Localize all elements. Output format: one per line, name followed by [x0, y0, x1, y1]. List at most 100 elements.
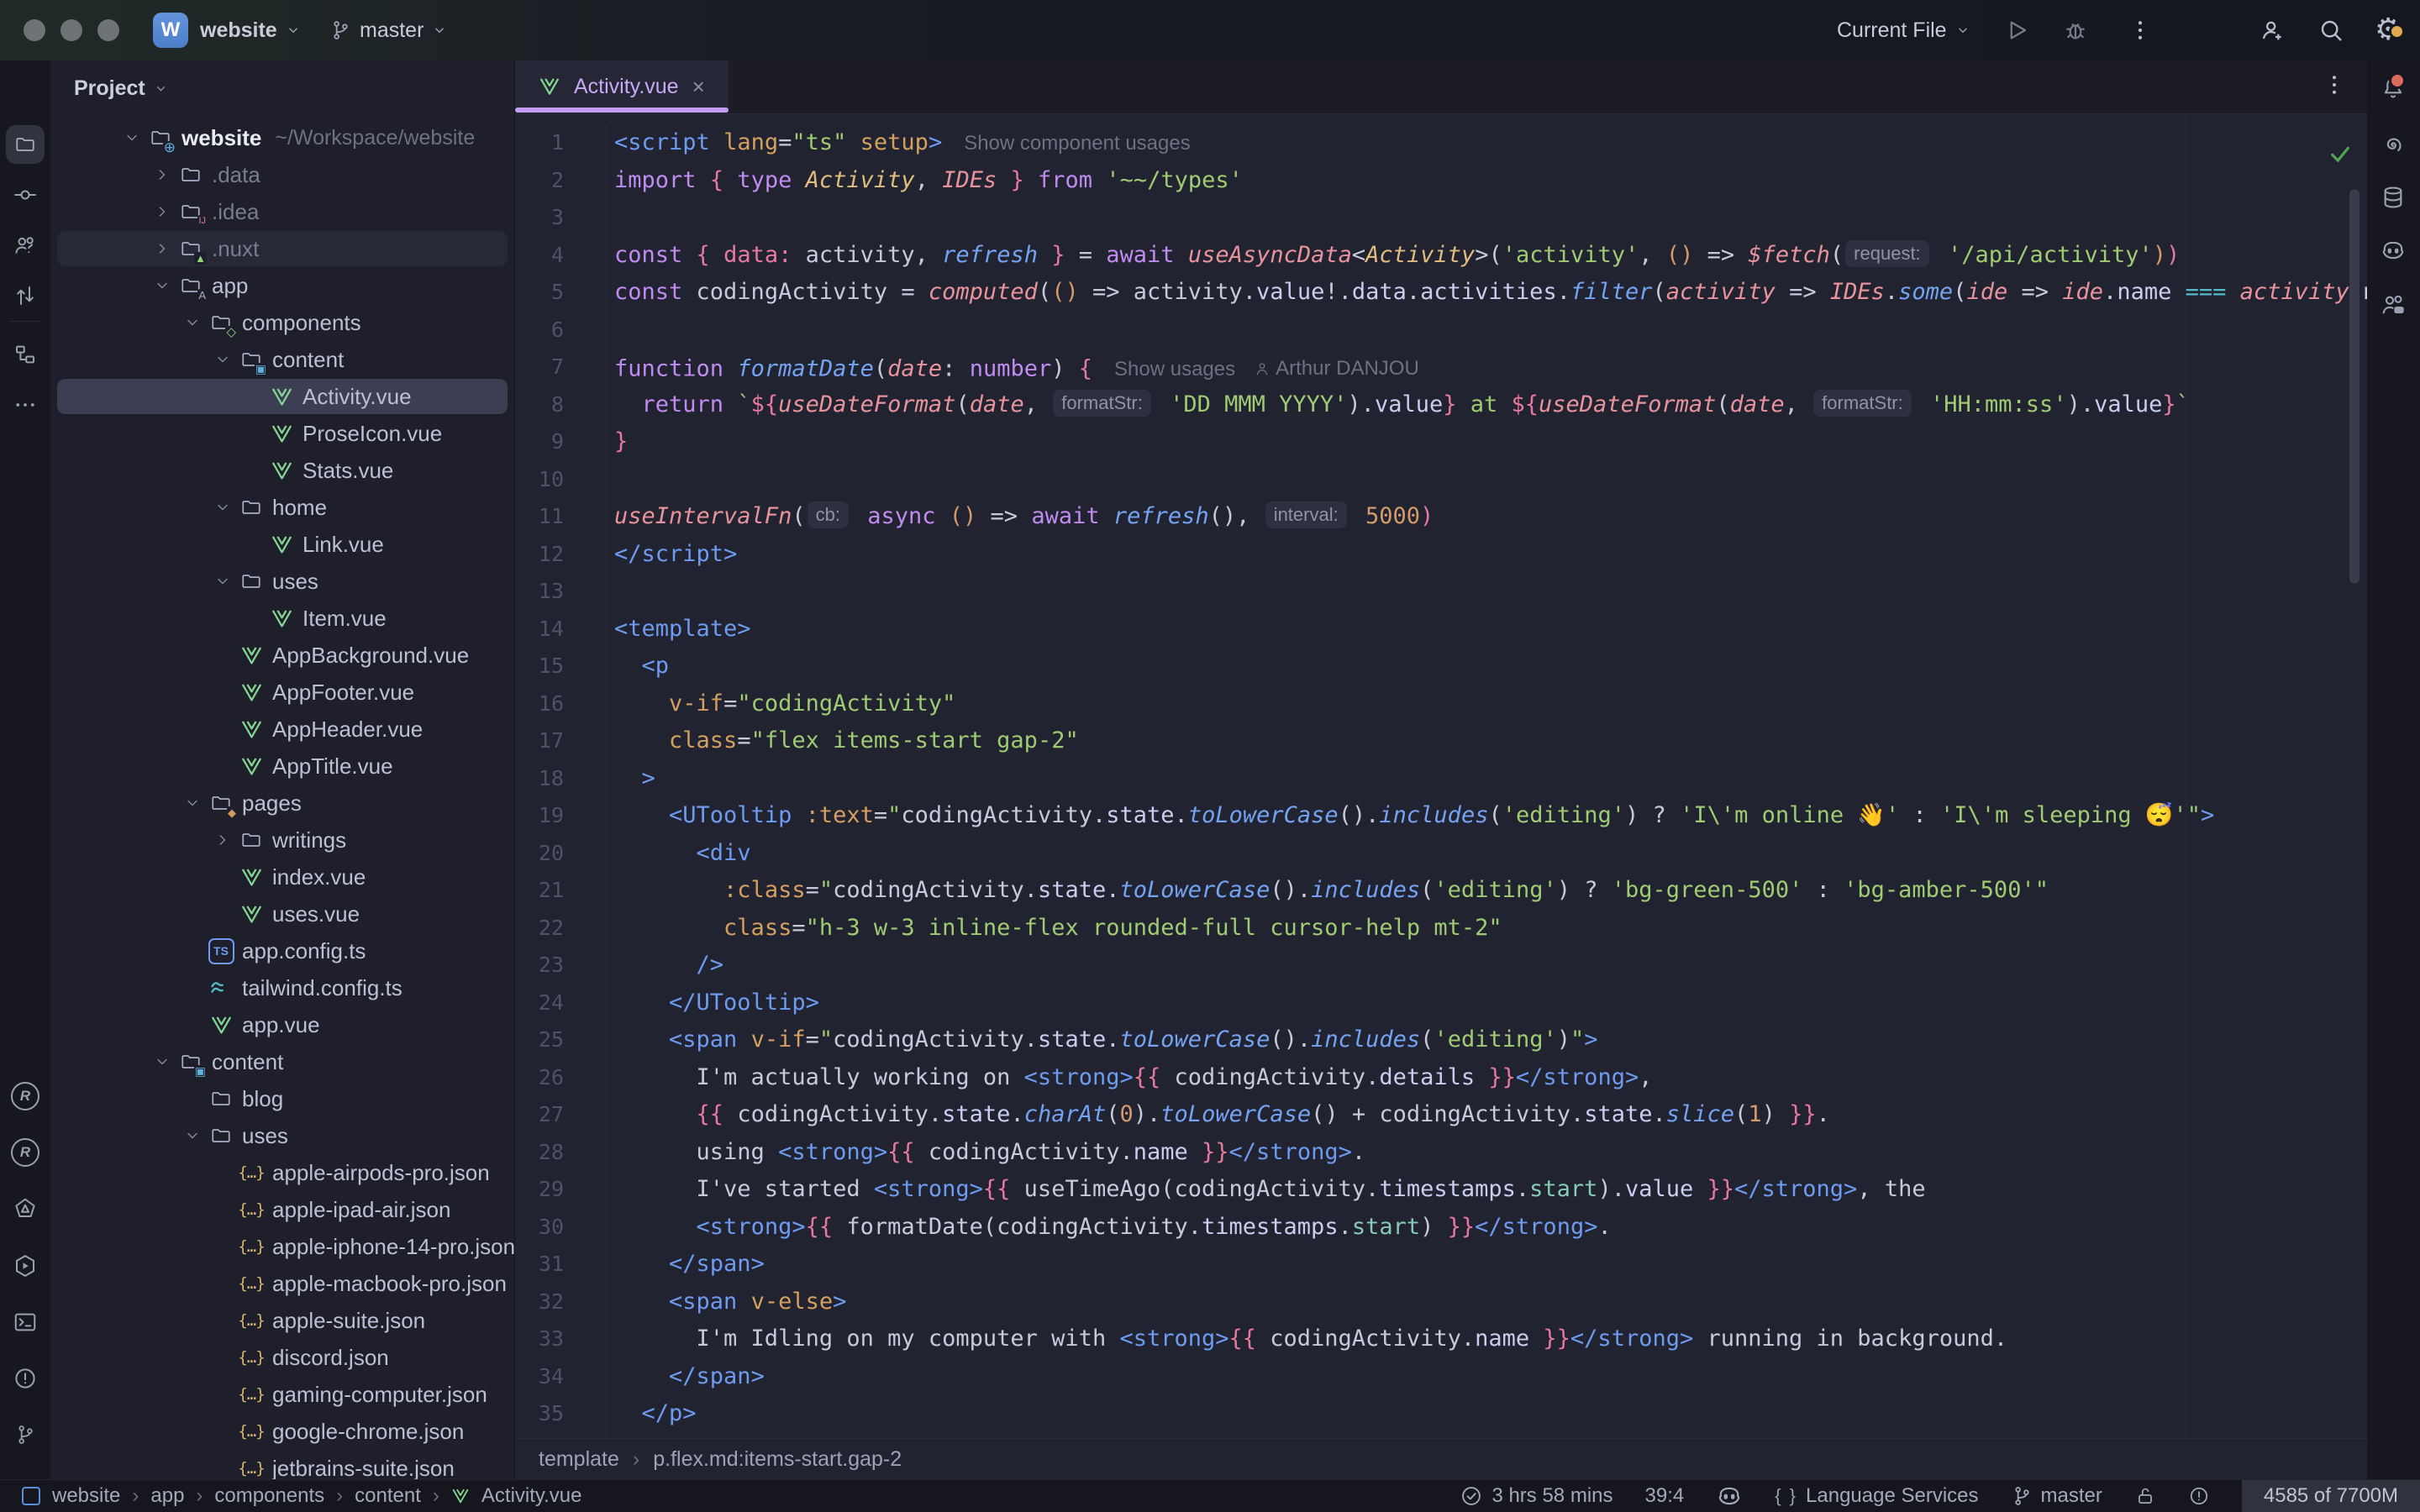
line-number[interactable]: 32	[515, 1284, 606, 1321]
code-line-31[interactable]: </span>	[614, 1246, 2367, 1284]
tree-item-uses[interactable]: uses	[50, 563, 514, 600]
code-line-5[interactable]: const codingActivity = computed(() => ac…	[614, 274, 2367, 312]
inlay-usages-hint[interactable]: Show component usages	[964, 132, 1191, 155]
chevron-down-icon[interactable]	[208, 493, 237, 522]
line-number[interactable]: 6	[515, 312, 606, 349]
code-line-21[interactable]: :class="codingActivity.state.toLowerCase…	[614, 872, 2367, 910]
debug-button[interactable]	[2063, 0, 2088, 60]
code-line-34[interactable]: </span>	[614, 1358, 2367, 1396]
tool-stripe-ai-assistant-icon[interactable]	[11, 1194, 39, 1223]
tree-item-index.vue[interactable]: index.vue	[50, 858, 514, 895]
inlay-hint[interactable]: formatStr:	[1053, 390, 1151, 417]
tree-item-discord.json[interactable]: {…}discord.json	[50, 1339, 514, 1376]
tree-item-app[interactable]: Aapp	[50, 267, 514, 304]
chevron-down-icon[interactable]	[178, 789, 207, 817]
tree-item-blog[interactable]: blog	[50, 1080, 514, 1117]
tool-stripe-problems-icon[interactable]	[11, 1364, 39, 1393]
code-line-25[interactable]: <span v-if="codingActivity.state.toLower…	[614, 1021, 2367, 1059]
code-line-11[interactable]: useIntervalFn(cb: async () => await refr…	[614, 498, 2367, 536]
window-minimize-button[interactable]	[60, 19, 82, 41]
status-language-services[interactable]: { }Language Services	[1775, 1480, 1978, 1512]
line-number[interactable]: 13	[515, 573, 606, 611]
code-line-19[interactable]: <UTooltip :text="codingActivity.state.to…	[614, 797, 2367, 835]
code-line-12[interactable]: </script>	[614, 536, 2367, 574]
code-line-17[interactable]: class="flex items-start gap-2"	[614, 722, 2367, 760]
code-line-20[interactable]: <div	[614, 835, 2367, 873]
line-number[interactable]: 35	[515, 1395, 606, 1433]
line-number[interactable]: 30	[515, 1209, 606, 1247]
tool-stripe-more-tool-windows-icon[interactable]	[11, 391, 39, 419]
line-number[interactable]: 4	[515, 237, 606, 275]
tree-item-apptitle.vue[interactable]: AppTitle.vue	[50, 748, 514, 785]
line-number[interactable]: 25	[515, 1021, 606, 1059]
tool-stripe-code-with-me-icon[interactable]	[2379, 291, 2407, 319]
inlay-hint[interactable]: formatStr:	[1813, 390, 1912, 417]
status-copilot-status[interactable]	[1716, 1480, 1743, 1512]
tool-stripe-services-icon[interactable]	[11, 1252, 39, 1280]
tool-stripe-github-copilot-icon[interactable]	[2379, 236, 2407, 265]
tree-item-tailwind.config.ts[interactable]: tailwind.config.ts	[50, 969, 514, 1006]
tree-item-uses.vue[interactable]: uses.vue	[50, 895, 514, 932]
close-tab-icon[interactable]: ×	[692, 74, 705, 100]
code-line-29[interactable]: I've started <strong>{{ useTimeAgo(codin…	[614, 1171, 2367, 1209]
search-everywhere-button[interactable]	[2317, 0, 2344, 60]
inlay-hint[interactable]: interval:	[1265, 501, 1347, 528]
tool-stripe-r-plugin-1-icon[interactable]: R	[11, 1082, 39, 1110]
line-number[interactable]: 7	[515, 349, 606, 386]
code-line-3[interactable]	[614, 199, 2367, 237]
tree-item-pages[interactable]: ◆pages	[50, 785, 514, 822]
tree-item-website[interactable]: ⊕website~/Workspace/website	[50, 119, 514, 156]
code-line-6[interactable]	[614, 312, 2367, 349]
project-panel-header[interactable]: Project	[50, 60, 514, 116]
vcs-widget[interactable]: master	[329, 0, 447, 60]
tree-item-home[interactable]: home	[50, 489, 514, 526]
code-line-4[interactable]: const { data: activity, refresh } = awai…	[614, 237, 2367, 275]
tree-item-content[interactable]: ▣content	[50, 341, 514, 378]
line-number[interactable]: 17	[515, 722, 606, 760]
run-button[interactable]	[2004, 0, 2029, 60]
window-close-button[interactable]	[24, 19, 45, 41]
chevron-down-icon[interactable]	[118, 123, 146, 152]
status-path-segment[interactable]: app	[150, 1484, 184, 1508]
tree-item-writings[interactable]: writings	[50, 822, 514, 858]
tree-item-appheader.vue[interactable]: AppHeader.vue	[50, 711, 514, 748]
status-path-segment[interactable]: content	[355, 1484, 421, 1508]
tool-stripe-commit-icon[interactable]	[11, 181, 39, 209]
chevron-right-icon[interactable]	[208, 826, 237, 854]
line-number[interactable]: 1	[515, 124, 606, 162]
tree-item-jetbrains-suite.json[interactable]: {…}jetbrains-suite.json	[50, 1450, 514, 1480]
code-line-26[interactable]: I'm actually working on <strong>{{ codin…	[614, 1059, 2367, 1097]
code-line-8[interactable]: return `${useDateFormat(date, formatStr:…	[614, 386, 2367, 424]
line-number[interactable]: 2	[515, 162, 606, 200]
tree-item-apple-iphone-14-pro.json[interactable]: {…}apple-iphone-14-pro.json	[50, 1228, 514, 1265]
chevron-right-icon[interactable]	[148, 197, 176, 226]
inlay-usages-hint[interactable]: Show usages	[1114, 358, 1235, 381]
tree-item-app.config.ts[interactable]: TSapp.config.ts	[50, 932, 514, 969]
tree-item-google-chrome.json[interactable]: {…}google-chrome.json	[50, 1413, 514, 1450]
status-caret-position[interactable]: 39:4	[1645, 1480, 1685, 1512]
tree-item-gaming-computer.json[interactable]: {…}gaming-computer.json	[50, 1376, 514, 1413]
inspections-ok-icon[interactable]	[2327, 140, 2354, 167]
tool-stripe-branches-icon[interactable]	[11, 281, 39, 310]
breadcrumb-template[interactable]: template	[539, 1447, 619, 1472]
line-number[interactable]: 16	[515, 685, 606, 723]
code-line-35[interactable]: </p>	[614, 1395, 2367, 1433]
tree-item-activity.vue[interactable]: Activity.vue	[50, 378, 514, 415]
tree-item-proseicon.vue[interactable]: ProseIcon.vue	[50, 415, 514, 452]
line-number[interactable]: 12	[515, 536, 606, 574]
line-number[interactable]: 34	[515, 1358, 606, 1396]
chevron-right-icon[interactable]	[148, 160, 176, 189]
chevron-down-icon[interactable]	[178, 308, 207, 337]
line-number[interactable]: 27	[515, 1096, 606, 1134]
project-selector[interactable]: website	[200, 0, 301, 60]
code-line-28[interactable]: using <strong>{{ codingActivity.name }}<…	[614, 1134, 2367, 1172]
tool-stripe-pull-requests-icon[interactable]	[11, 231, 39, 260]
line-number[interactable]: 23	[515, 947, 606, 984]
tool-stripe-notifications-icon[interactable]	[2379, 74, 2407, 102]
inlay-hint[interactable]: request:	[1845, 240, 1929, 267]
code-line-13[interactable]	[614, 573, 2367, 611]
status-path-segment[interactable]: components	[214, 1484, 324, 1508]
run-configuration-selector[interactable]: Current File	[1837, 0, 1970, 60]
line-number[interactable]: 28	[515, 1134, 606, 1172]
code-line-2[interactable]: import { type Activity, IDEs } from '~~/…	[614, 162, 2367, 200]
